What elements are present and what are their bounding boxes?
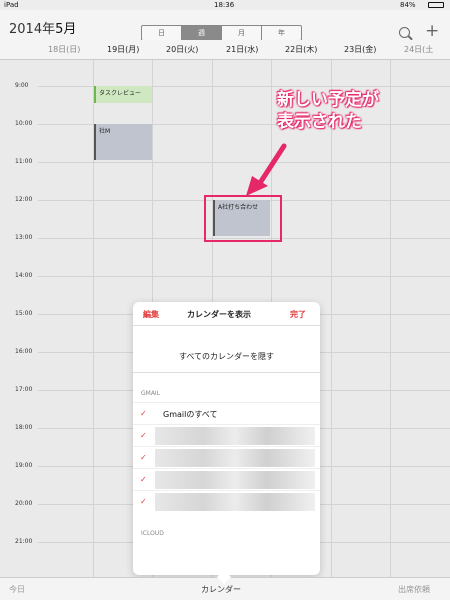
calendar-row-label: Gmailのすべて bbox=[163, 410, 218, 419]
time-label: 19:00 bbox=[15, 462, 33, 469]
day-divider bbox=[390, 60, 391, 577]
segment-day[interactable]: 日 bbox=[142, 26, 182, 40]
time-label: 9:00 bbox=[15, 82, 29, 89]
checkmark-icon: ✓ bbox=[140, 409, 147, 418]
add-event-icon[interactable]: + bbox=[425, 23, 439, 40]
status-bar: iPad 18:36 84% bbox=[0, 0, 450, 10]
hide-all-calendars-button[interactable]: すべてのカレンダーを隠す bbox=[133, 340, 320, 373]
day-header-row: 18日(日) 19日(月) 20日(火) 21日(水) 22日(木) 23日(金… bbox=[0, 40, 450, 60]
month-title: 2014年5月 bbox=[9, 18, 76, 37]
event-block[interactable]: 社M bbox=[94, 124, 152, 160]
time-label: 18:00 bbox=[15, 424, 33, 431]
calendar-toolbar: 2014年5月 日 週 月 年 + bbox=[0, 10, 450, 41]
year-label: 2014年 bbox=[9, 22, 56, 37]
hour-line bbox=[38, 276, 450, 277]
day-header[interactable]: 20日(火) bbox=[166, 44, 198, 55]
time-label: 21:00 bbox=[15, 538, 33, 545]
segment-month[interactable]: 月 bbox=[222, 26, 262, 40]
battery-level: 84% bbox=[400, 1, 416, 9]
bottom-toolbar: 今日 カレンダー 出席依頼 bbox=[0, 569, 450, 600]
event-task-review[interactable]: タスクレビュー bbox=[94, 86, 152, 103]
annotation-line-1: 新しい予定が bbox=[277, 90, 379, 110]
calendar-row[interactable]: ✓ Gmailのすべて bbox=[133, 402, 320, 424]
time-label: 14:00 bbox=[15, 272, 33, 279]
annotation-arrow-icon bbox=[246, 143, 287, 196]
new-event-highlight bbox=[204, 195, 282, 242]
redacted-calendar-name bbox=[155, 471, 315, 489]
month-label: 5月 bbox=[55, 22, 77, 37]
day-header[interactable]: 18日(日) bbox=[48, 44, 80, 55]
done-button[interactable]: 完了 bbox=[290, 309, 306, 320]
day-header[interactable]: 24日(土 bbox=[404, 44, 433, 55]
annotation-callout: 新しい予定が 表示された bbox=[277, 89, 379, 133]
section-header-icloud: ICLOUD bbox=[141, 530, 164, 537]
redacted-calendar-name bbox=[155, 493, 315, 511]
time-label: 15:00 bbox=[15, 310, 33, 317]
calendars-button[interactable]: カレンダー bbox=[201, 584, 241, 595]
time-label: 17:00 bbox=[15, 386, 33, 393]
device-label: iPad bbox=[4, 1, 19, 9]
segment-year[interactable]: 年 bbox=[262, 26, 301, 40]
redacted-calendar-name bbox=[155, 427, 315, 445]
time-label: 11:00 bbox=[15, 158, 33, 165]
annotation-line-2: 表示された bbox=[277, 112, 362, 132]
checkmark-icon: ✓ bbox=[140, 431, 147, 440]
day-header[interactable]: 23日(金) bbox=[344, 44, 376, 55]
day-divider bbox=[331, 60, 332, 577]
redacted-calendar-name bbox=[155, 449, 315, 467]
popover-title: カレンダーを表示 bbox=[187, 310, 251, 319]
calendar-row[interactable]: ✓ bbox=[133, 468, 320, 490]
time-label: 12:00 bbox=[15, 196, 33, 203]
calendar-row[interactable]: ✓ bbox=[133, 446, 320, 468]
edit-button[interactable]: 編集 bbox=[143, 309, 159, 320]
clock: 18:36 bbox=[214, 1, 235, 9]
time-label: 20:00 bbox=[15, 500, 33, 507]
checkmark-icon: ✓ bbox=[140, 475, 147, 484]
view-segmented-control: 日 週 月 年 bbox=[141, 25, 302, 41]
section-header-gmail: GMAIL bbox=[141, 390, 161, 397]
checkmark-icon: ✓ bbox=[140, 497, 147, 506]
day-header[interactable]: 19日(月) bbox=[107, 44, 139, 55]
calendars-popover: 編集 カレンダーを表示 完了 すべてのカレンダーを隠す GMAIL ✓ Gmai… bbox=[133, 302, 320, 575]
time-label: 10:00 bbox=[15, 120, 33, 127]
battery-icon bbox=[428, 2, 444, 8]
calendar-row[interactable]: ✓ bbox=[133, 490, 320, 512]
inbox-button[interactable]: 出席依頼 bbox=[398, 584, 430, 595]
checkmark-icon: ✓ bbox=[140, 453, 147, 462]
today-button[interactable]: 今日 bbox=[9, 584, 25, 595]
day-header[interactable]: 22日(木) bbox=[285, 44, 317, 55]
popover-header: 編集 カレンダーを表示 完了 bbox=[133, 302, 320, 326]
search-icon[interactable] bbox=[399, 27, 410, 38]
time-label: 16:00 bbox=[15, 348, 33, 355]
day-header[interactable]: 21日(水) bbox=[226, 44, 258, 55]
time-label: 13:00 bbox=[15, 234, 33, 241]
segment-week[interactable]: 週 bbox=[182, 26, 222, 40]
calendar-row[interactable]: ✓ bbox=[133, 424, 320, 446]
